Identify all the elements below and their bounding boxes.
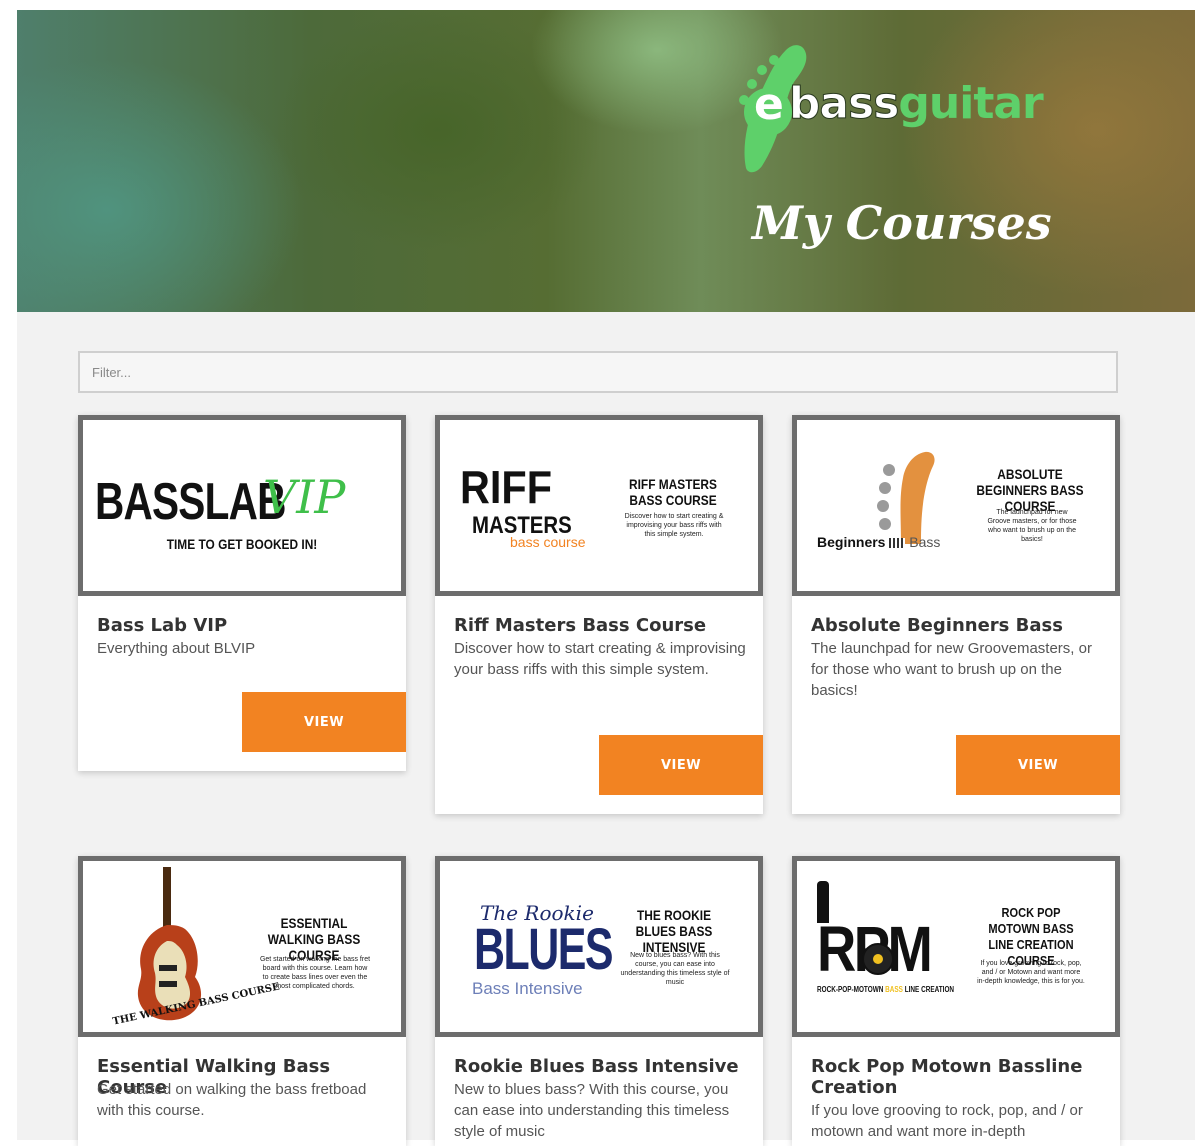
rpm-sub-a: ROCK-POP-MOTOWN xyxy=(817,985,884,994)
rpm-logo-subline: ROCK-POP-MOTOWN BASS LINE CREATION xyxy=(817,985,954,994)
course-thumbnail[interactable]: Beginners Bass ABSOLUTE BEGINNERS BASS C… xyxy=(792,415,1120,596)
beginners-logo: Beginners Bass xyxy=(817,534,940,550)
course-title[interactable]: Bass Lab VIP xyxy=(97,615,393,636)
course-card-essential-walking-bass[interactable]: THE WALKING BASS COURSE ESSENTIAL WALKIN… xyxy=(78,856,406,1146)
course-card-rock-pop-motown[interactable]: RPM ROCK-POP-MOTOWN BASS LINE CREATION R… xyxy=(792,856,1120,1146)
thumb-body: If you love grooving to rock, pop, and /… xyxy=(977,960,1085,985)
basslab-logo-main: BASSLAB xyxy=(95,473,286,531)
thumb-body: New to blues bass? With this course, you… xyxy=(620,952,730,986)
course-thumbnail[interactable]: BASSLAB VIP TIME TO GET BOOKED IN! xyxy=(78,415,406,596)
headstock-icon xyxy=(877,451,935,544)
riff-logo-line3: bass course xyxy=(510,534,586,550)
thumb-body: Discover how to start creating & improvi… xyxy=(624,513,724,538)
course-card-riff-masters[interactable]: RIFF MASTERS bass course RIFF MASTERS BA… xyxy=(435,415,763,814)
rpm-sub-c: LINE CREATION xyxy=(904,985,955,994)
riff-logo-line1: RIFF xyxy=(460,461,552,513)
rookie-logo-main: BLUES xyxy=(474,917,614,982)
vinyl-record-icon xyxy=(862,943,894,975)
brand-logo[interactable]: e bassguitar xyxy=(754,78,1044,131)
course-title[interactable]: Riff Masters Bass Course xyxy=(454,615,750,636)
logo-word-guitar: guitar xyxy=(898,78,1043,129)
course-description: The launchpad for new Groovemasters, or … xyxy=(811,640,1092,699)
course-description: Get started on walking the bass fretboad… xyxy=(97,1081,367,1119)
basslab-logo: BASSLAB VIP xyxy=(95,470,345,532)
course-card-rookie-blues[interactable]: The Rookie BLUES Bass Intensive THE ROOK… xyxy=(435,856,763,1146)
course-thumbnail[interactable]: THE WALKING BASS COURSE ESSENTIAL WALKIN… xyxy=(78,856,406,1037)
course-description: Discover how to start creating & improvi… xyxy=(454,640,746,678)
course-thumbnail[interactable]: The Rookie BLUES Bass Intensive THE ROOK… xyxy=(435,856,763,1037)
hero-banner xyxy=(17,10,1195,312)
logo-word-bass: bass xyxy=(788,78,900,130)
page-title: My Courses xyxy=(752,196,1052,250)
thumb-heading: RIFF MASTERS BASS COURSE xyxy=(629,476,717,508)
basslab-logo-vip: VIP xyxy=(263,470,346,524)
logo-e: e xyxy=(754,79,784,130)
thumb-body: Get started on walking the bass fret boa… xyxy=(259,956,371,990)
view-button[interactable]: VIEW xyxy=(956,735,1120,795)
thumb-body: The launchpad for new Groove masters, or… xyxy=(987,509,1077,543)
course-description: If you love grooving to rock, pop, and /… xyxy=(811,1102,1083,1140)
rookie-logo-sub: Bass Intensive xyxy=(472,979,583,998)
filter-input[interactable] xyxy=(78,351,1118,393)
thumb-heading: ABSOLUTE BEGINNERS BASS COURSE xyxy=(976,466,1084,514)
course-title[interactable]: Rock Pop Motown Bassline Creation xyxy=(811,1056,1107,1098)
view-button[interactable]: VIEW xyxy=(242,692,406,752)
course-title[interactable]: Rookie Blues Bass Intensive xyxy=(454,1056,750,1077)
basslab-tagline: TIME TO GET BOOKED IN! xyxy=(166,536,318,552)
beginners-word2: Bass xyxy=(909,534,941,550)
course-description: New to blues bass? With this course, you… xyxy=(454,1081,730,1140)
course-description: Everything about BLVIP xyxy=(97,640,256,657)
course-card-bass-lab-vip[interactable]: BASSLAB VIP TIME TO GET BOOKED IN! Bass … xyxy=(78,415,406,771)
thumb-heading: THE ROOKIE BLUES BASS INTENSIVE xyxy=(635,907,713,955)
course-card-absolute-beginners[interactable]: Beginners Bass ABSOLUTE BEGINNERS BASS C… xyxy=(792,415,1120,814)
course-thumbnail[interactable]: RIFF MASTERS bass course RIFF MASTERS BA… xyxy=(435,415,763,596)
rpm-sub-b: BASS xyxy=(885,985,903,994)
course-title[interactable]: Absolute Beginners Bass xyxy=(811,615,1107,636)
vinyl-label-icon xyxy=(873,954,883,964)
view-button[interactable]: VIEW xyxy=(599,735,763,795)
course-thumbnail[interactable]: RPM ROCK-POP-MOTOWN BASS LINE CREATION R… xyxy=(792,856,1120,1037)
beginners-word1: Beginners xyxy=(817,534,886,550)
keys-icon xyxy=(889,538,906,549)
